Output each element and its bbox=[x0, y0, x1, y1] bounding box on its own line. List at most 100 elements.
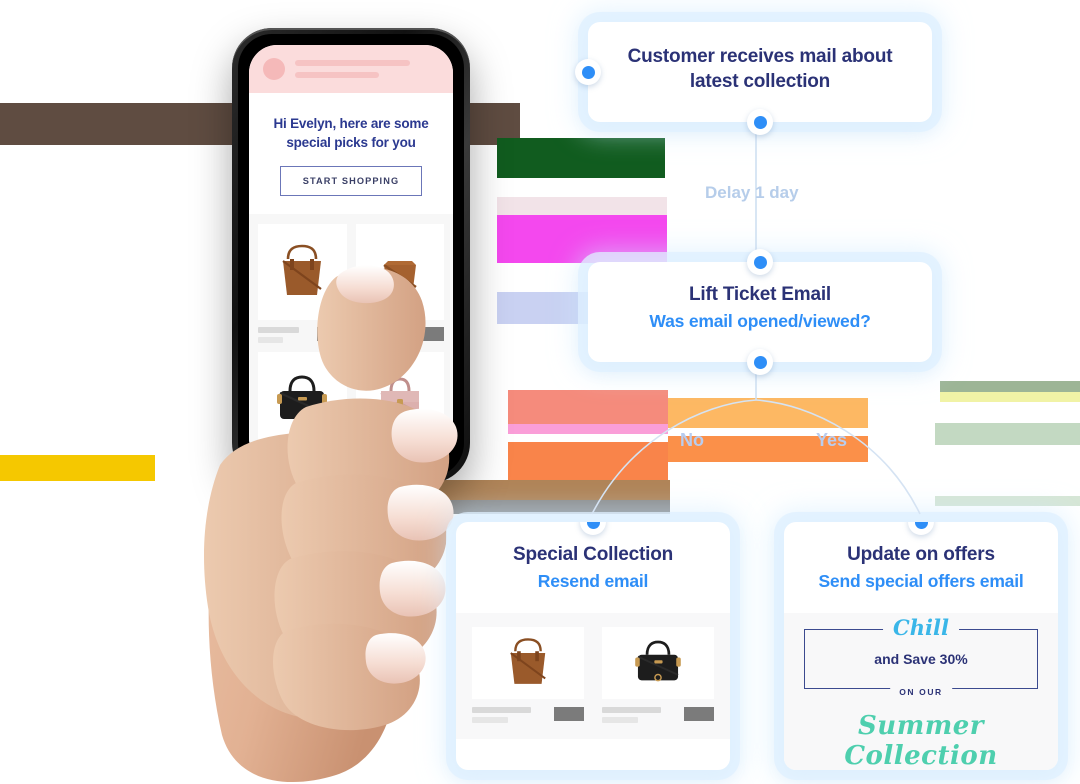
band-mint bbox=[935, 423, 1080, 445]
flow-card-update-on-offers[interactable]: Update on offers Send special offers ema… bbox=[784, 522, 1058, 770]
band-mint-2 bbox=[935, 496, 1080, 506]
product-card[interactable] bbox=[472, 627, 584, 724]
placeholder-lines bbox=[602, 707, 678, 724]
product-buy-button[interactable] bbox=[316, 455, 347, 466]
card-header: Lift Ticket Email Was email opened/viewe… bbox=[588, 262, 932, 353]
placeholder-line bbox=[295, 60, 411, 66]
band-grey bbox=[398, 500, 670, 514]
mini-product-grid bbox=[472, 627, 714, 724]
product-buy-button[interactable] bbox=[316, 327, 347, 342]
band-pink-pale bbox=[497, 197, 667, 215]
card-header: Special Collection Resend email bbox=[456, 522, 730, 613]
placeholder-line bbox=[258, 327, 299, 334]
product-buy-button[interactable] bbox=[414, 327, 444, 342]
card-header: Update on offers Send special offers ema… bbox=[784, 522, 1058, 613]
smartphone-mockup: Hi Evelyn, here are some special picks f… bbox=[232, 28, 482, 490]
placeholder-line bbox=[258, 455, 299, 462]
flow-card-customer-receives-mail[interactable]: Customer receives mail about latest coll… bbox=[575, 22, 932, 135]
placeholder-line bbox=[355, 327, 397, 334]
connector-label-no: No bbox=[680, 430, 704, 450]
promo-on-our-label: ON OUR bbox=[890, 687, 952, 698]
node-dot-inner bbox=[753, 355, 767, 369]
promo-script-bottom: Summer Collection bbox=[844, 711, 998, 770]
card-subtitle: Send special offers email bbox=[818, 571, 1024, 592]
avatar bbox=[263, 58, 285, 80]
promo-banner: Chill and Save 30% ON OUR Summer Collect… bbox=[784, 613, 1058, 770]
screenshot-stage: Delay 1 day No Yes Hi Evelyn, here are s… bbox=[0, 0, 1080, 784]
product-meta bbox=[258, 455, 347, 466]
placeholder-lines bbox=[258, 327, 311, 344]
connector-label-delay: Delay 1 day bbox=[705, 183, 799, 202]
black-satchel-bag-image bbox=[258, 352, 347, 449]
flow-card-special-collection[interactable]: Special Collection Resend email bbox=[456, 522, 730, 770]
band-orange-2 bbox=[668, 398, 868, 428]
email-greeting: Hi Evelyn, here are some special picks f… bbox=[273, 116, 429, 150]
node-dot-inner bbox=[581, 65, 595, 79]
placeholder-line bbox=[295, 72, 379, 78]
product-card[interactable] bbox=[602, 627, 714, 724]
product-card[interactable] bbox=[355, 352, 444, 466]
band-orange bbox=[508, 442, 668, 480]
product-buy-button[interactable] bbox=[684, 707, 714, 722]
node-dot-inner bbox=[753, 255, 767, 269]
placeholder-line bbox=[355, 455, 397, 462]
placeholder-line bbox=[258, 337, 284, 344]
header-placeholder-lines bbox=[295, 60, 439, 78]
black-satchel-bag-image bbox=[602, 627, 714, 700]
node-dot-output[interactable] bbox=[747, 109, 773, 135]
band-lemon bbox=[940, 392, 1080, 402]
card-title: Special Collection bbox=[512, 544, 674, 565]
flow-card-lift-ticket-email[interactable]: Lift Ticket Email Was email opened/viewe… bbox=[588, 249, 932, 375]
placeholder-line bbox=[602, 717, 639, 724]
node-dot-input[interactable] bbox=[747, 249, 773, 275]
card-header: Customer receives mail about latest coll… bbox=[588, 22, 932, 114]
phone-screen: Hi Evelyn, here are some special picks f… bbox=[249, 45, 453, 466]
product-meta bbox=[355, 455, 444, 466]
product-card[interactable] bbox=[355, 224, 444, 344]
phone-bezel: Hi Evelyn, here are some special picks f… bbox=[238, 34, 464, 477]
node-dot-output[interactable] bbox=[747, 349, 773, 375]
promo-script-top: Chill bbox=[883, 615, 959, 641]
product-buy-button[interactable] bbox=[414, 455, 444, 466]
placeholder-line bbox=[602, 707, 662, 714]
product-card[interactable] bbox=[258, 224, 347, 344]
placeholder-lines bbox=[355, 455, 409, 466]
node-dot-input[interactable] bbox=[575, 59, 601, 85]
brown-tote-bag-image bbox=[258, 224, 347, 321]
phone-body: Hi Evelyn, here are some special picks f… bbox=[232, 28, 470, 483]
card-subtitle: Resend email bbox=[537, 571, 649, 592]
product-card[interactable] bbox=[258, 352, 347, 466]
product-meta bbox=[258, 327, 347, 344]
band-green bbox=[497, 138, 665, 178]
placeholder-line bbox=[472, 707, 532, 714]
node-dot-inner bbox=[586, 522, 600, 529]
product-meta bbox=[355, 327, 444, 344]
start-shopping-button[interactable]: START SHOPPING bbox=[280, 166, 422, 197]
band-yellow bbox=[0, 455, 155, 481]
connector-label-yes: Yes bbox=[816, 430, 848, 450]
pink-satchel-bag-image bbox=[355, 352, 444, 449]
card-product-preview bbox=[456, 613, 730, 740]
node-dot-inner bbox=[914, 522, 928, 529]
product-meta bbox=[602, 707, 714, 724]
card-title: Update on offers bbox=[847, 544, 995, 565]
placeholder-line bbox=[472, 717, 509, 724]
band-magenta bbox=[497, 215, 667, 263]
card-title: Customer receives mail about latest coll… bbox=[627, 46, 893, 93]
placeholder-lines bbox=[472, 707, 548, 724]
product-buy-button[interactable] bbox=[554, 707, 584, 722]
band-salmon bbox=[508, 390, 668, 424]
product-grid bbox=[249, 214, 453, 466]
placeholder-lines bbox=[258, 455, 311, 466]
brown-crossbody-bag-image bbox=[355, 224, 444, 321]
placeholder-line bbox=[258, 465, 284, 466]
node-dot-inner bbox=[753, 115, 767, 129]
placeholder-lines bbox=[355, 327, 409, 344]
brown-tote-bag-image bbox=[472, 627, 584, 700]
band-pink-stripe bbox=[508, 424, 668, 434]
promo-discount: and Save 30% bbox=[874, 651, 968, 668]
placeholder-line bbox=[355, 337, 381, 344]
promo-frame: Chill and Save 30% ON OUR bbox=[804, 615, 1038, 698]
card-title: Lift Ticket Email bbox=[689, 284, 831, 305]
email-header-bar bbox=[249, 45, 453, 93]
